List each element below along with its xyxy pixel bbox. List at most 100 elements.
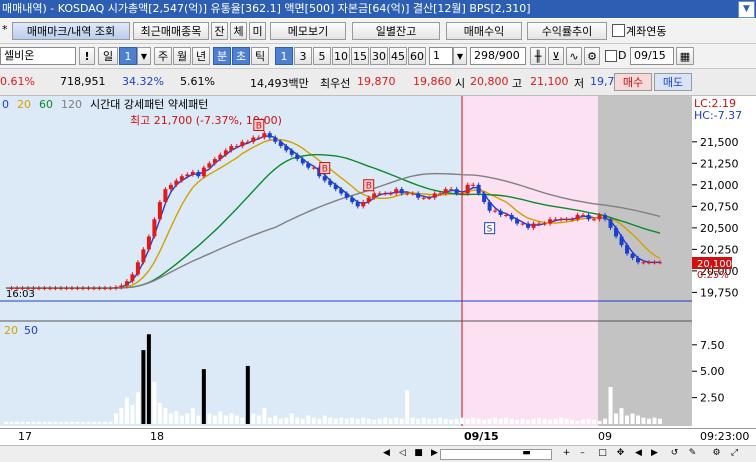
volume-bar [113,413,118,424]
volume-bar [53,421,58,424]
candle-body [603,214,608,220]
candle-body [119,285,124,288]
minimize-icon[interactable]: ▼ [738,1,755,18]
candle-body [597,214,602,220]
candle-body [75,288,80,290]
settings-icon[interactable]: ⚙ [584,47,600,65]
candle-body [306,163,311,168]
date-field[interactable]: 09/15 [630,47,674,65]
period-select[interactable]: 일 [98,47,118,65]
stock-chart[interactable]: 0 20 60 120 시간대 강세패턴 약세패턴 최고 21,700 (-7.37%,… [0,96,756,426]
volume-bar [240,417,245,424]
volume-bar [36,421,41,424]
indicator-icon[interactable]: ⊻ [548,47,564,65]
volume-bar [306,415,311,424]
year-button[interactable]: 년 [192,47,210,65]
trade-mark-query-button[interactable]: 매매마크/내역 조회 [12,22,130,40]
candle-body [240,141,245,147]
zoom-out-icon[interactable]: – [576,447,589,460]
volume-bar [289,413,294,424]
volume-bar [212,415,217,424]
amount-value: 14,493백만 [250,77,309,90]
scroll-prev-icon[interactable]: ◁ [396,447,409,460]
recent-trades-button[interactable]: 최근매매종목 [133,22,209,40]
rate1-value: 34.32% [122,75,164,88]
volume-bar [20,421,25,424]
count-dropdown-icon[interactable]: ▼ [453,47,467,65]
sell-button[interactable]: 매도 [654,73,692,91]
price-tick-label: 19,750 [700,286,739,299]
balance-button[interactable]: 잔 [211,22,228,40]
second-button[interactable]: 초 [232,47,250,65]
return-trend-button[interactable]: 수익률추이 [527,22,607,40]
tick-button[interactable]: 틱 [251,47,269,65]
scroll-thumb[interactable] [440,449,552,460]
move-icon[interactable]: ✥ [614,447,627,460]
trade-marker-label: S [487,225,493,235]
interval-60-button[interactable]: 60 [408,47,426,65]
chart-type-icon[interactable]: ╫ [530,47,546,65]
week-button[interactable]: 주 [154,47,172,65]
volume-bar [31,421,36,424]
interval-10-button[interactable]: 10 [332,47,350,65]
pin-icon[interactable]: ✎ [686,447,699,460]
chart-scrollbar[interactable]: ◀ ◁ ■ ▶ ▬ + – □ ✥ ◀ ▶ ↺ ✎ ⚙ ⤢ [0,445,756,462]
fullscreen-icon[interactable]: ⤢ [728,447,741,460]
volume-bar [234,415,239,424]
period-num-select[interactable]: 1 [119,47,137,65]
volume-bar [119,408,124,424]
zoom-in-icon[interactable]: + [560,447,573,460]
scroll-stop-icon[interactable]: ■ [412,447,425,460]
volume-bar [449,419,454,424]
volume-bar [245,365,250,424]
volume-bar [9,421,14,424]
interval-3-button[interactable]: 3 [294,47,312,65]
right-icon[interactable]: ▶ [648,447,661,460]
account-link-checkbox[interactable] [612,24,625,37]
interval-30-button[interactable]: 30 [370,47,388,65]
volume-bar [295,417,300,424]
hc-label: HC:-7.37 [694,109,742,122]
scroll-first-icon[interactable]: ◀ [380,447,393,460]
unfilled-button[interactable]: 미 [249,22,266,40]
stock-name-field[interactable]: 셀비온 [0,47,76,65]
candle-body [91,288,96,290]
date-checkbox[interactable] [605,50,617,62]
settings-small-icon[interactable]: ⚙ [710,447,723,460]
interval-1-button[interactable]: 1 [275,47,293,65]
candle-body [350,197,355,203]
left-icon[interactable]: ◀ [632,447,645,460]
count-select[interactable]: 1 [429,47,453,65]
interval-45-button[interactable]: 45 [389,47,407,65]
interval-5-button[interactable]: 5 [313,47,331,65]
minute-button[interactable]: 분 [213,47,231,65]
interval-15-button[interactable]: 15 [351,47,369,65]
x-label-0: 17 [18,430,32,443]
daily-balance-button[interactable]: 일별잔고 [352,22,440,40]
month-button[interactable]: 월 [173,47,191,65]
period-dropdown-icon[interactable]: ▼ [137,47,151,65]
candle-body [218,154,223,160]
reset-icon[interactable]: ↺ [668,447,681,460]
view-icon[interactable]: □ [596,447,609,460]
scroll-next-icon[interactable]: ▶ [428,447,441,460]
candle-body [113,287,118,289]
tool-icon[interactable]: ∿ [566,47,582,65]
candle-body [42,288,47,290]
volume-bar [355,418,360,424]
memo-button[interactable]: 메모보기 [270,22,346,40]
trade-profit-button[interactable]: 매매수익 [446,22,522,40]
volume-legend-item: 50 [24,324,38,337]
price-tick-label: 21,000 [700,179,739,192]
alert-button[interactable]: ! [79,47,95,65]
volume-bar [493,417,498,424]
volume-bar [207,413,212,424]
buy-button[interactable]: 매수 [614,73,652,91]
volume-bar [454,418,459,424]
x-label-3: 09 [598,430,612,443]
calendar-icon[interactable]: ▦ [676,47,694,65]
zoom-icon[interactable]: ▬ [520,447,533,460]
time-label: 09:23:00 [700,430,750,443]
open-value: 20,800 [470,75,509,88]
fill-button[interactable]: 체 [230,22,247,40]
